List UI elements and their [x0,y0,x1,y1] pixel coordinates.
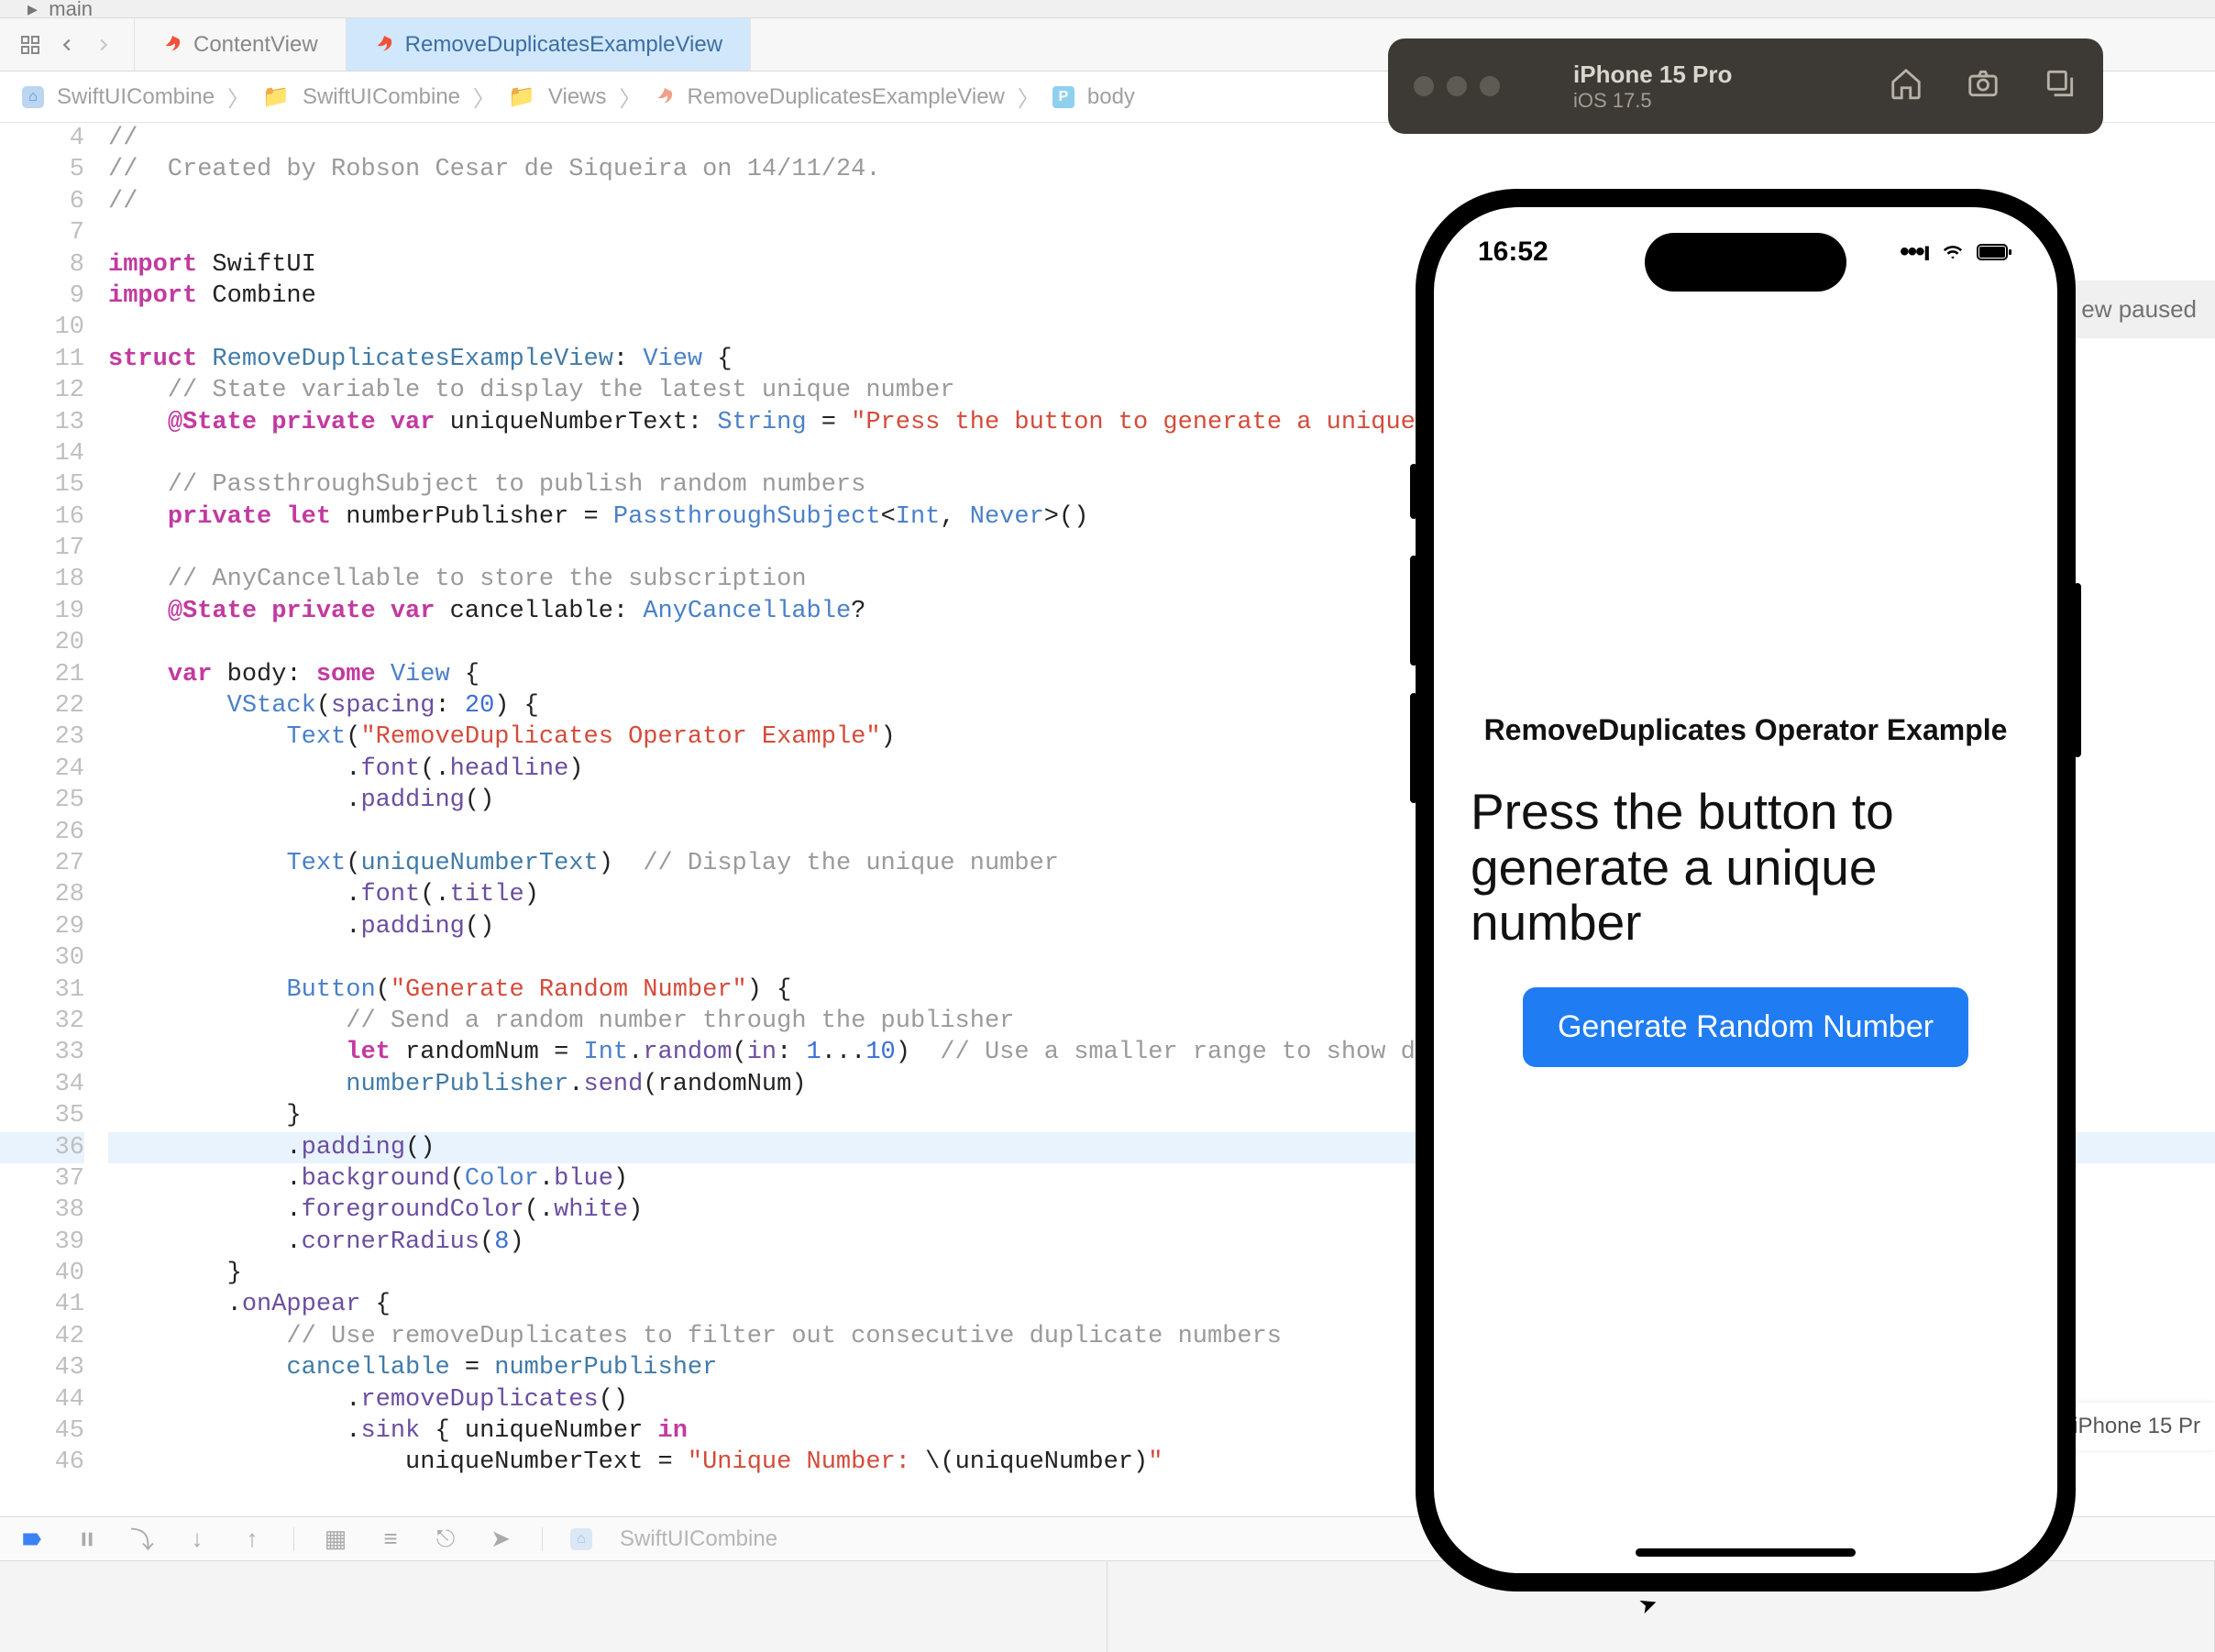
debug-view-icon[interactable]: ▦ [322,1525,349,1553]
volume-up-button[interactable] [1410,556,1417,666]
simulator-window: iPhone 15 Pro iOS 17.5 16:52 •••ı [1388,39,2103,1591]
breadcrumb-symbol[interactable]: body [1087,84,1135,110]
step-out-icon[interactable]: ↑ [238,1525,266,1553]
step-over-icon[interactable]: ⤵ [128,1525,156,1553]
mute-switch[interactable] [1410,464,1417,519]
app-headline: RemoveDuplicates Operator Example [1484,713,2008,747]
traffic-lights[interactable] [1414,76,1500,96]
generate-button[interactable]: Generate Random Number [1523,987,1968,1067]
minimize-traffic-icon[interactable] [1447,76,1467,96]
close-traffic-icon[interactable] [1414,76,1434,96]
breadcrumb-project[interactable]: SwiftUICombine [57,84,215,110]
variables-view[interactable] [0,1561,1108,1652]
home-icon[interactable] [1889,66,1923,107]
tab-label: ContentView [193,32,318,58]
forward-icon [90,31,117,59]
breadcrumb-folder[interactable]: Views [548,84,607,110]
tab-label: RemoveDuplicatesExampleView [405,32,722,58]
line-gutter: 4567891011121314151617181920212223242526… [0,123,108,1516]
home-indicator[interactable] [1636,1548,1856,1557]
chevron-right-icon: 〉 [227,81,249,113]
breakpoint-toggle-icon[interactable] [18,1525,46,1553]
chevron-right-icon: 〉 [620,81,642,113]
step-into-icon[interactable]: ↓ [183,1525,211,1553]
xcode-toolbar: ▸ main [0,0,2215,18]
chevron-right-icon: 〉 [1018,81,1040,113]
debug-location-icon[interactable]: ➤ [487,1525,514,1553]
debug-env-icon[interactable]: ⎋ [432,1525,459,1553]
app-message: Press the button to generate a unique nu… [1467,784,2024,951]
iphone-frame: 16:52 •••ı RemoveDuplicates Operator Exa… [1416,189,2076,1591]
side-button[interactable] [2074,583,2081,757]
debug-memory-icon[interactable]: ≡ [377,1525,404,1553]
app-icon: ⌂ [22,86,44,108]
pause-icon[interactable] [73,1525,101,1553]
debug-scheme-label[interactable]: SwiftUICombine [620,1526,777,1552]
breadcrumb-group[interactable]: SwiftUICombine [303,84,460,110]
tab-removeduplicates[interactable]: RemoveDuplicatesExampleView [347,18,751,71]
chevron-right-icon: 〉 [473,81,495,113]
folder-icon: 📁 [508,83,535,110]
breadcrumb-file[interactable]: RemoveDuplicatesExampleView [688,84,1005,110]
folder-icon: 📁 [262,83,290,110]
back-icon[interactable] [53,31,81,59]
tab-contentview[interactable]: ContentView [135,18,347,71]
sim-device-name: iPhone 15 Pro [1573,61,1870,89]
property-icon: P [1052,86,1074,108]
external-display-icon[interactable] [2043,66,2077,107]
app-icon: ⌂ [570,1528,592,1550]
app-content: RemoveDuplicates Operator Example Press … [1434,207,2057,1573]
phone-screen[interactable]: 16:52 •••ı RemoveDuplicates Operator Exa… [1434,207,2057,1573]
volume-down-button[interactable] [1410,693,1417,803]
sim-titlebar[interactable]: iPhone 15 Pro iOS 17.5 [1388,39,2103,134]
sim-os-version: iOS 17.5 [1573,89,1870,113]
zoom-traffic-icon[interactable] [1480,76,1500,96]
layout-grid-icon[interactable] [17,31,44,59]
screenshot-icon[interactable] [1966,66,2000,107]
